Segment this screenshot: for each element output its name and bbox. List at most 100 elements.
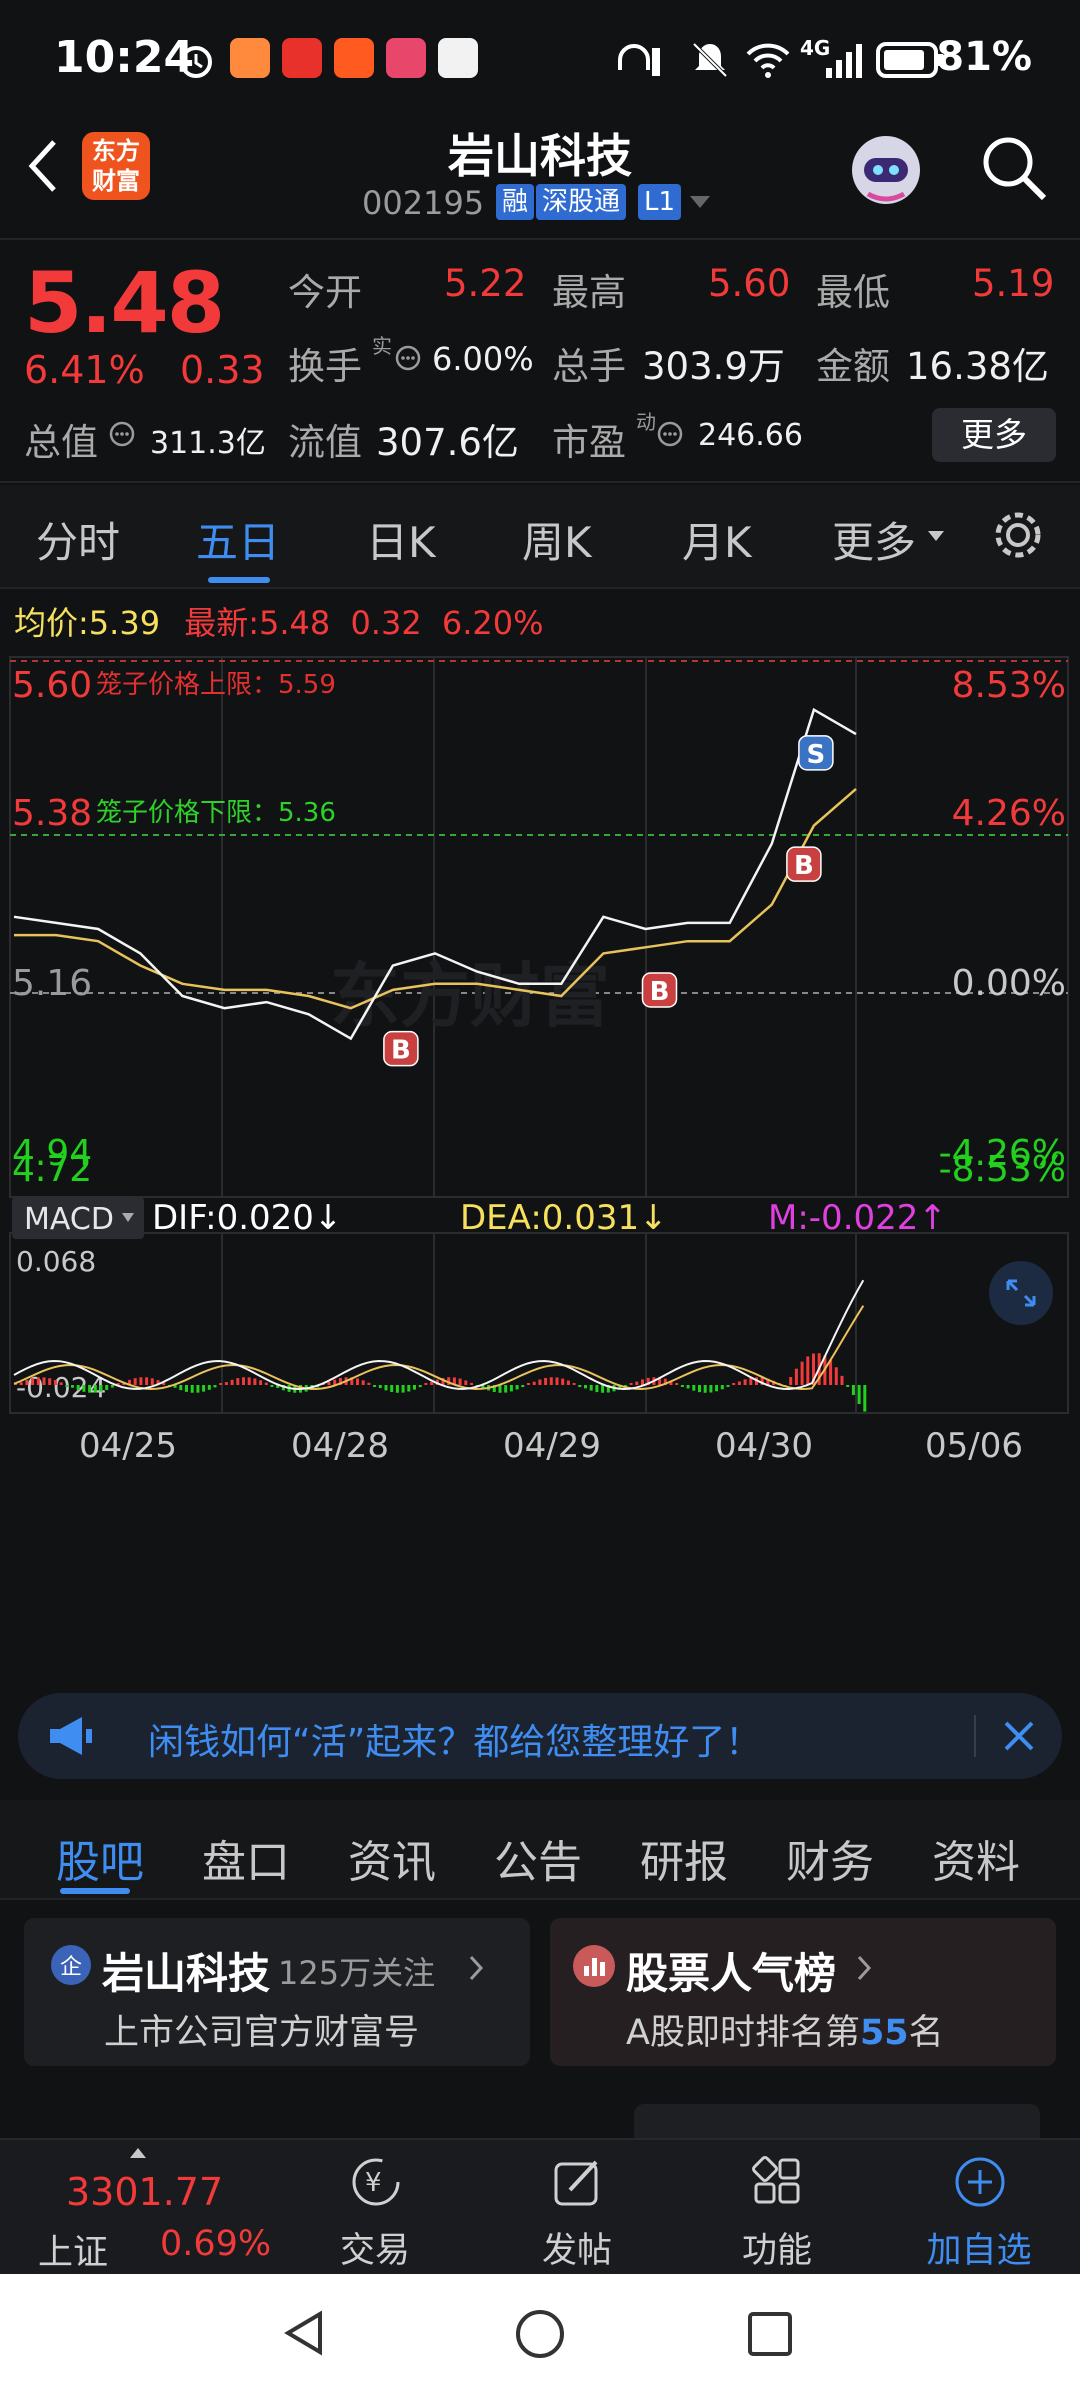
back-triangle-icon[interactable] [280,2308,330,2358]
tab-announcement[interactable]: 公告 [494,1826,582,1890]
macd-bar [407,1385,411,1392]
tab-minute[interactable]: 分时 [36,509,120,570]
tab-finance[interactable]: 财务 [786,1826,874,1890]
tab-news[interactable]: 资讯 [348,1826,436,1890]
info-circle-icon[interactable] [394,344,422,372]
open-label: 今开 [288,271,362,314]
tab-guba[interactable]: 股吧 [56,1826,144,1890]
system-nav-bar [0,2274,1080,2388]
company-account-card[interactable]: 企 岩山科技 125万关注 上市公司官方财富号 [24,1918,530,2066]
x-tick-label: 04/30 [715,1426,813,1466]
tab-weekly-k[interactable]: 周K [522,509,592,570]
level-tag[interactable]: L1 [638,184,682,220]
tab-profile[interactable]: 资料 [932,1826,1020,1890]
macd-bar [356,1378,359,1385]
close-icon[interactable] [1000,1717,1038,1755]
macd-bar [680,1385,684,1387]
macd-bar [230,1379,234,1385]
macd-bar [219,1383,223,1385]
macd-bar [851,1385,855,1396]
macd-bar [59,1382,63,1385]
recents-square-icon[interactable] [746,2310,794,2358]
macd-bar [105,1385,109,1390]
macd-bar [270,1385,274,1387]
y-tick-label-pct: 0.00% [952,963,1066,1004]
app-notif-icon [282,38,322,78]
more-button[interactable]: 更多 [932,408,1056,462]
tab-daily-k[interactable]: 日K [366,509,436,570]
macd-bar [635,1381,639,1385]
trade-marker-label: B [650,977,670,1007]
info-circle-icon[interactable] [108,420,136,448]
tab-more[interactable]: 更多 [832,509,916,570]
macd-bar [93,1385,97,1393]
tab-pankou[interactable]: 盘口 [202,1826,290,1890]
home-circle-icon[interactable] [514,2308,566,2360]
macd-bar [145,1377,149,1385]
popularity-card[interactable]: 股票人气榜 A股即时排名第55名 [550,1918,1056,2066]
content-tabs: 股吧 盘口 资讯 公告 研报 财务 资料 [0,1800,1080,1900]
macd-bar [521,1385,525,1388]
nav-post-label: 发帖 [541,2231,612,2271]
macd-bar [361,1380,365,1385]
float-label: 流值 [288,421,362,464]
macd-bar [236,1378,240,1385]
app-notif-icon [438,38,478,78]
tab-monthly-k[interactable]: 月K [682,509,752,570]
chevron-down-icon[interactable] [688,192,712,212]
macd-bar [185,1385,188,1392]
macd-bar [498,1385,502,1393]
search-icon[interactable] [976,130,1052,206]
macd-bar [829,1360,833,1385]
m-label: M:-0.022↑ [768,1198,947,1238]
nav-functions[interactable]: 功能 [692,2140,862,2276]
dea-label: DEA:0.031↓ [460,1198,668,1238]
rank-number: 55 [859,2013,909,2053]
change-percent: 6.41% [24,348,145,392]
macd-bar [715,1385,719,1392]
macd-bar [71,1385,74,1388]
macd-bar [794,1368,798,1385]
nav-add-watchlist[interactable]: 加自选 [894,2140,1064,2276]
notice-banner[interactable]: 闲钱如何“活”起来？都给您整理好了！ [18,1693,1062,1779]
macd-bar [367,1382,371,1385]
info-circle-icon[interactable] [656,420,684,448]
macd-bar [88,1385,92,1393]
notice-text[interactable]: 闲钱如何“活”起来？都给您整理好了！ [148,1713,761,1765]
grid-icon [752,2156,800,2204]
macd-bar [743,1379,747,1385]
turnover-label: 换手 [288,345,362,388]
x-tick-label: 04/28 [291,1426,389,1466]
tab-research[interactable]: 研报 [640,1826,728,1890]
trade-marker-label: B [391,1036,411,1066]
macd-bar [532,1381,536,1385]
quote-panel: 5.48 6.41% 0.33 今开 5.22 最高 5.60 最低 5.19 … [0,238,1080,483]
megaphone-icon [50,1717,92,1755]
expand-chart-button[interactable] [989,1261,1053,1325]
macd-bar [48,1378,52,1385]
macd-bar [720,1385,724,1390]
macd-bar [732,1383,736,1385]
nav-trade[interactable]: ¥ 交易 [290,2140,460,2276]
chevron-down-icon[interactable] [926,529,946,545]
y-tick-label-pct: -8.53% [939,1149,1066,1190]
macd-bar [430,1381,434,1385]
macd-bar [418,1385,422,1388]
stock-header: 东方财富 岩山科技 002195 融 深股通 L1 [0,110,1080,235]
nav-post[interactable]: 发帖 [492,2140,662,2276]
rank-prefix: A股即时排名第 [626,2013,860,2053]
company-badge-icon: 企 [51,1945,91,1985]
macd-bar [846,1385,850,1387]
high-label: 最高 [552,271,626,314]
macd-bar [629,1383,633,1385]
amount-label: 金额 [816,345,890,388]
current-price: 5.48 [24,254,225,352]
index-quote[interactable]: 3301.77 上证 0.69% [0,2140,271,2276]
five-day-chart[interactable]: 东方财富 笼子价格上限：5.59 笼子价格下限：5.36 5.605.385.1… [0,645,1080,1695]
robot-assistant-icon[interactable] [844,128,928,212]
mktcap-value: 311.3亿 [150,426,266,461]
tab-five-day[interactable]: 五日 [196,509,280,570]
y-tick-label-pct: 4.26% [952,793,1066,834]
alarm-icon [180,46,212,78]
gear-icon[interactable] [990,507,1046,563]
